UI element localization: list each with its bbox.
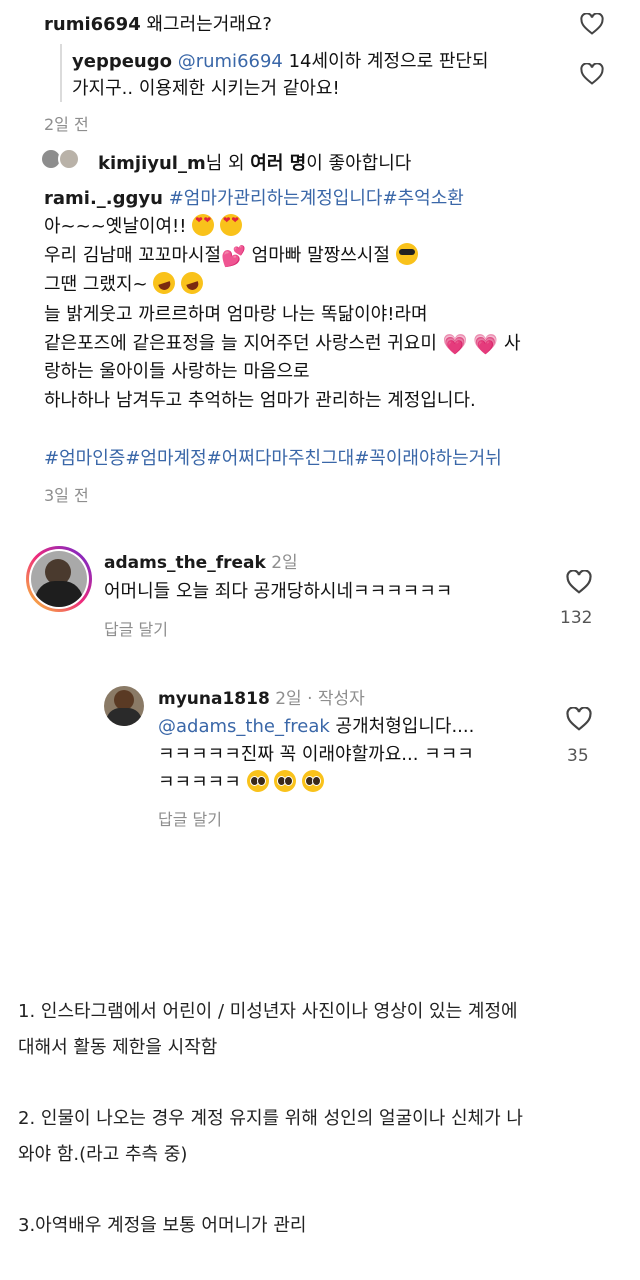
caption-line5: 같은포즈에 같은표정을 늘 지어주던 사랑스런 귀요미 💗 💗 사 — [44, 329, 521, 355]
quoted-reply-mention[interactable]: @rumi6694 — [178, 51, 283, 72]
heart-outline-icon[interactable] — [580, 63, 604, 85]
caption-line2a-text: 우리 김남매 꼬꼬마시절 — [44, 245, 222, 266]
caption-line5a-text: 같은포즈에 같은표정을 늘 지어주던 사랑스런 귀요미 — [44, 333, 437, 354]
top-comment-time: 2일 전 — [44, 115, 89, 134]
comment2-mention[interactable]: @adams_the_freak — [158, 716, 330, 737]
liked-by-others[interactable]: 여러 명 — [250, 153, 306, 174]
heart-outline-icon[interactable] — [566, 570, 592, 594]
note3: 3.아역배우 계정을 보통 어머니가 관리 — [18, 1215, 307, 1236]
comment2-time: 2일 · 작성자 — [275, 689, 365, 709]
comment2-text3-body: ㅋㅋㅋㅋㅋ — [158, 772, 241, 793]
note2-line1: 2. 인물이 나오는 경우 계정 유지를 위해 성인의 얼굴이나 신체가 나 — [18, 1108, 523, 1129]
caption-hashtags-bottom[interactable]: #엄마인증#엄마계정#어쩌다마주친그대#꼭이래야하는거뉘 — [44, 444, 502, 470]
comment2-text1: @adams_the_freak 공개처형입니다.... — [158, 712, 474, 738]
note2-line2: 와야 함.(라고 추측 중) — [18, 1144, 188, 1165]
quoted-reply-line1: yeppeugo @rumi6694 14세이하 계정으로 판단되 — [72, 47, 489, 73]
heart-eyes-emoji — [192, 214, 215, 236]
quoted-reply-text1: 14세이하 계정으로 판단되 — [288, 51, 489, 72]
sunglasses-emoji — [395, 243, 418, 265]
rolling-laughing-emoji — [178, 269, 206, 297]
pleading-face-emoji — [246, 770, 269, 792]
comment1-text: 어머니들 오늘 죄다 공개당하시네ㅋㅋㅋㅋㅋㅋ — [104, 581, 453, 602]
liked-by-mid: 님 외 — [205, 153, 251, 174]
comment1-like-count: 132 — [560, 608, 593, 628]
comment1-time: 2일 — [271, 553, 298, 573]
comment1-reply-button[interactable]: 답글 달기 — [104, 616, 168, 640]
top-comment-username[interactable]: rumi6694 — [44, 14, 141, 35]
heart-eyes-emoji — [219, 214, 242, 236]
comment2-username[interactable]: myuna1818 — [158, 689, 270, 709]
caption-line6: 랑하는 울아이들 사랑하는 마음으로 — [44, 361, 310, 382]
quote-line — [60, 44, 62, 102]
caption-username[interactable]: rami._.ggyu — [44, 188, 163, 209]
comment2-text1-body: 공개처형입니다.... — [329, 716, 475, 737]
caption-line5b-text: 사 — [498, 333, 521, 354]
caption-header: rami._.ggyu #엄마가관리하는계정입니다#추억소환 — [44, 184, 464, 210]
note1-line1: 1. 인스타그램에서 어린이 / 미성년자 사진이나 영상이 있는 계정에 — [18, 1001, 518, 1022]
avatar — [58, 148, 80, 170]
comment2-text3: ㅋㅋㅋㅋㅋ — [158, 768, 325, 794]
quoted-reply-username[interactable]: yeppeugo — [72, 51, 172, 72]
caption-time: 3일 전 — [44, 486, 89, 505]
caption-line2b-text: 엄마빠 말짱쓰시절 — [245, 245, 390, 266]
avatar — [31, 551, 87, 607]
caption-line1-text: 아~~~옛날이여!! — [44, 216, 187, 237]
avatar-story-ring[interactable] — [26, 546, 92, 612]
comment1-header: adams_the_freak 2일 — [104, 548, 298, 573]
note1-line2: 대해서 활동 제한을 시작함 — [18, 1037, 218, 1058]
caption-line3: 그땐 그랬지~ — [44, 269, 206, 297]
top-comment: rumi6694 왜그러는거래요? — [44, 10, 272, 36]
heart-outline-icon[interactable] — [566, 707, 592, 731]
pleading-face-emoji — [302, 770, 325, 792]
comment2-text2: ㅋㅋㅋㅋㅋ진짜 꼭 이래야할까요... ㅋㅋㅋ — [158, 744, 474, 765]
avatar-ring-inner — [29, 549, 89, 609]
sparkling-heart-emoji: 💗 — [442, 332, 468, 356]
caption-line4: 늘 밝게웃고 까르르하며 엄마랑 나는 똑닮이야!라며 — [44, 304, 428, 325]
sparkling-heart-emoji: 💗 — [473, 332, 499, 356]
caption-hashtags[interactable]: #엄마가관리하는계정입니다#추억소환 — [169, 188, 464, 209]
rolling-laughing-emoji — [150, 269, 179, 297]
caption-line1: 아~~~옛날이여!! — [44, 212, 242, 238]
caption-line7: 하나하나 남겨두고 추억하는 엄마가 관리하는 계정입니다. — [44, 390, 476, 411]
avatar-face — [114, 690, 134, 710]
liked-by-tail: 이 좋아합니다 — [306, 153, 412, 174]
avatar-body — [106, 708, 142, 726]
sparkling-heart-emoji: 💕 — [221, 244, 246, 268]
liked-by-text: kimjiyul_m님 외 여러 명이 좋아합니다 — [98, 149, 411, 175]
pleading-face-emoji — [274, 770, 297, 792]
liked-by-avatars[interactable] — [40, 146, 88, 172]
liked-by-user[interactable]: kimjiyul_m — [98, 153, 206, 174]
quoted-reply-text2: 가지구.. 이용제한 시키는거 같아요! — [72, 78, 340, 99]
caption-line2: 우리 김남매 꼬꼬마시절💕 엄마빠 말짱쓰시절 — [44, 241, 418, 267]
comment2-header: myuna1818 2일 · 작성자 — [158, 684, 365, 709]
caption-line3-text: 그땐 그랬지~ — [44, 274, 148, 295]
comment2-like-count: 35 — [567, 746, 589, 766]
top-comment-text: 왜그러는거래요? — [146, 14, 272, 35]
avatar[interactable] — [104, 686, 144, 726]
avatar-body — [35, 581, 83, 607]
heart-outline-icon[interactable] — [580, 13, 604, 35]
comment2-reply-button[interactable]: 답글 달기 — [158, 806, 222, 830]
comment1-username[interactable]: adams_the_freak — [104, 553, 266, 573]
